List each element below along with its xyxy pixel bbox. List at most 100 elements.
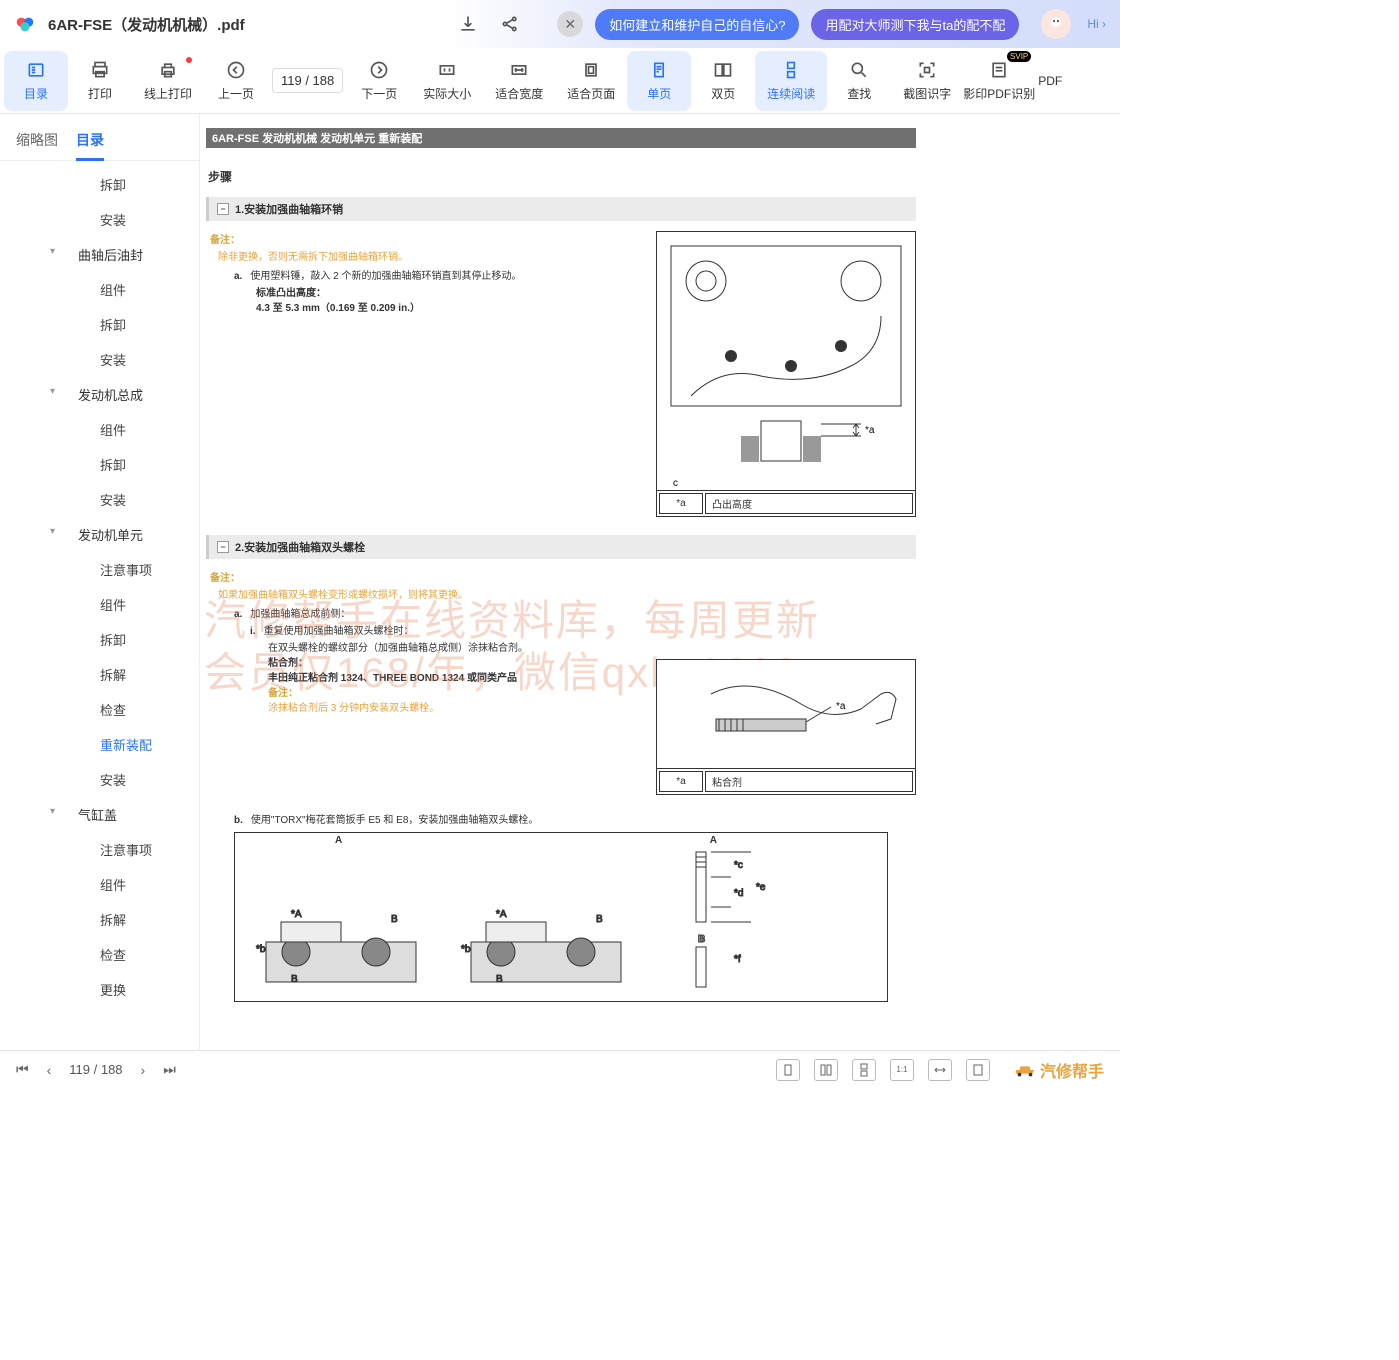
outline-label: 拆解 bbox=[100, 668, 126, 683]
chevron-down-icon: ▾ bbox=[50, 386, 55, 397]
outline-item[interactable]: 重新装配 bbox=[0, 727, 199, 762]
document-viewport[interactable]: 6AR-FSE 发动机机械 发动机单元 重新装配 步骤 − 1.安装加强曲轴箱环… bbox=[200, 114, 1120, 1050]
note-2-label: 备注： bbox=[210, 569, 916, 584]
outline-item[interactable]: 注意事项 bbox=[0, 832, 199, 867]
outline-label: 重新装配 bbox=[100, 738, 152, 753]
file-name: 6AR-FSE（发动机机械）.pdf bbox=[48, 14, 245, 35]
outline-label: 拆卸 bbox=[100, 318, 126, 333]
caption-table-2: *a粘合剂 bbox=[656, 769, 916, 795]
svg-text:B: B bbox=[496, 974, 503, 985]
outline-item[interactable]: 安装 bbox=[0, 482, 199, 517]
diagram-1: c *a bbox=[656, 231, 916, 491]
tool-single-page[interactable]: 单页 bbox=[627, 51, 691, 111]
outline-label: 拆卸 bbox=[100, 458, 126, 473]
tool-ocr-pdf[interactable]: SVIP 影印PDF识别 bbox=[963, 51, 1035, 111]
tool-catalog[interactable]: 目录 bbox=[4, 51, 68, 111]
outline-label: 注意事项 bbox=[100, 843, 152, 858]
outline-item[interactable]: 拆卸 bbox=[0, 447, 199, 482]
close-promo-icon[interactable]: ✕ bbox=[557, 11, 583, 37]
note-2-body: 如果加强曲轴箱双头螺栓变形或螺纹损坏，则将其更换。 bbox=[218, 586, 916, 601]
outline-item[interactable]: 拆卸 bbox=[0, 622, 199, 657]
outline-label: 安装 bbox=[100, 213, 126, 228]
promo-pill-1[interactable]: 如何建立和维护自己的自信心? bbox=[595, 9, 799, 40]
outline-item[interactable]: 拆解 bbox=[0, 902, 199, 937]
outline-item[interactable]: 注意事项 bbox=[0, 552, 199, 587]
tool-next-page[interactable]: 下一页 bbox=[347, 51, 411, 111]
view-single-icon[interactable] bbox=[776, 1059, 800, 1081]
outline-item[interactable]: ▾气缸盖 bbox=[0, 797, 199, 832]
doc-header-bar: 6AR-FSE 发动机机械 发动机单元 重新装配 bbox=[206, 128, 916, 148]
outline-item[interactable]: ▾发动机总成 bbox=[0, 377, 199, 412]
spread-icon bbox=[712, 59, 734, 81]
pdf-page: 6AR-FSE 发动机机械 发动机单元 重新装配 步骤 − 1.安装加强曲轴箱环… bbox=[206, 128, 916, 1002]
svg-text:B: B bbox=[291, 974, 298, 985]
outline-item[interactable]: ▾发动机单元 bbox=[0, 517, 199, 552]
bottom-nav: ⏮ ‹ 119 / 188 › ⏭ bbox=[16, 1061, 176, 1078]
outline-item[interactable]: 拆卸 bbox=[0, 307, 199, 342]
promo-pill-2[interactable]: 用配对大师测下我与ta的配不配 bbox=[811, 9, 1019, 40]
section-1-bar: − 1.安装加强曲轴箱环销 bbox=[206, 197, 916, 221]
last-page-icon[interactable]: ⏭ bbox=[163, 1061, 176, 1078]
next-page-icon[interactable]: › bbox=[141, 1062, 146, 1078]
sidebar-tabs: 缩略图 目录 bbox=[0, 114, 199, 161]
main-area: 缩略图 目录 拆卸安装▾曲轴后油封组件拆卸安装▾发动机总成组件拆卸安装▾发动机单… bbox=[0, 114, 1120, 1050]
first-page-icon[interactable]: ⏮ bbox=[16, 1061, 29, 1078]
outline-label: 气缸盖 bbox=[78, 808, 117, 823]
outline-item[interactable]: 安装 bbox=[0, 202, 199, 237]
view-double-icon[interactable] bbox=[814, 1059, 838, 1081]
prev-page-icon[interactable]: ‹ bbox=[47, 1062, 52, 1078]
outline-item[interactable]: 更换 bbox=[0, 972, 199, 1007]
view-continuous-icon[interactable] bbox=[852, 1059, 876, 1081]
greeting-label[interactable]: Hi › bbox=[1087, 17, 1106, 31]
view-fitp-icon[interactable] bbox=[966, 1059, 990, 1081]
page-indicator-bottom[interactable]: 119 / 188 bbox=[69, 1062, 122, 1077]
outline-item[interactable]: ▾曲轴后油封 bbox=[0, 237, 199, 272]
step-2b: b.使用"TORX"梅花套筒扳手 E5 和 E8，安装加强曲轴箱双头螺栓。 bbox=[234, 811, 916, 826]
tool-ocr-area[interactable]: 截图识字 bbox=[891, 51, 963, 111]
avatar-icon[interactable] bbox=[1041, 9, 1071, 39]
tab-thumbnails[interactable]: 缩略图 bbox=[16, 124, 58, 160]
tool-search[interactable]: 查找 bbox=[827, 51, 891, 111]
tool-online-print[interactable]: 线上打印 bbox=[132, 51, 204, 111]
outline-item[interactable]: 检查 bbox=[0, 937, 199, 972]
tool-print[interactable]: 打印 bbox=[68, 51, 132, 111]
outline-item[interactable]: 安装 bbox=[0, 342, 199, 377]
share-icon[interactable] bbox=[495, 9, 525, 39]
download-icon[interactable] bbox=[453, 9, 483, 39]
outline-label: 安装 bbox=[100, 493, 126, 508]
outline-item[interactable]: 检查 bbox=[0, 692, 199, 727]
svg-text:*e: *e bbox=[756, 882, 766, 893]
outline-item[interactable]: 安装 bbox=[0, 762, 199, 797]
caption-table-1: *a凸出高度 bbox=[656, 491, 916, 517]
page-indicator-top[interactable]: 119 / 188 bbox=[272, 68, 343, 93]
tool-spread[interactable]: 双页 bbox=[691, 51, 755, 111]
outline-label: 更换 bbox=[100, 983, 126, 998]
outline-item[interactable]: 组件 bbox=[0, 412, 199, 447]
view-ratio-icon[interactable]: 1:1 bbox=[890, 1059, 914, 1081]
catalog-icon bbox=[25, 59, 47, 81]
outline-item[interactable]: 拆解 bbox=[0, 657, 199, 692]
tab-outline[interactable]: 目录 bbox=[76, 124, 104, 160]
outline-label: 组件 bbox=[100, 878, 126, 893]
actual-size-icon bbox=[436, 59, 458, 81]
view-fitw-icon[interactable] bbox=[928, 1059, 952, 1081]
tool-pdf-more[interactable]: PDF bbox=[1035, 51, 1065, 111]
tool-continuous[interactable]: 连续阅读 bbox=[755, 51, 827, 111]
collapse-icon: − bbox=[217, 541, 229, 553]
tool-prev-page[interactable]: 上一页 bbox=[204, 51, 268, 111]
svg-text:*A: *A bbox=[496, 909, 507, 920]
toolbar: 目录 打印 线上打印 上一页 119 / 188 下一页 实际大小 适合宽度 bbox=[0, 48, 1120, 114]
outline-label: 注意事项 bbox=[100, 563, 152, 578]
svg-text:*f: *f bbox=[734, 954, 741, 965]
outline-list[interactable]: 拆卸安装▾曲轴后油封组件拆卸安装▾发动机总成组件拆卸安装▾发动机单元注意事项组件… bbox=[0, 161, 199, 1050]
outline-item[interactable]: 组件 bbox=[0, 587, 199, 622]
outline-item[interactable]: 组件 bbox=[0, 272, 199, 307]
outline-item[interactable]: 组件 bbox=[0, 867, 199, 902]
svip-badge: SVIP bbox=[1007, 51, 1031, 62]
step-2a-i: i.重复使用加强曲轴箱双头螺栓时： bbox=[250, 622, 916, 637]
outline-item[interactable]: 拆卸 bbox=[0, 167, 199, 202]
tool-fit-width[interactable]: 适合宽度 bbox=[483, 51, 555, 111]
chevron-down-icon: ▾ bbox=[50, 526, 55, 537]
tool-fit-page[interactable]: 适合页面 bbox=[555, 51, 627, 111]
tool-actual-size[interactable]: 实际大小 bbox=[411, 51, 483, 111]
